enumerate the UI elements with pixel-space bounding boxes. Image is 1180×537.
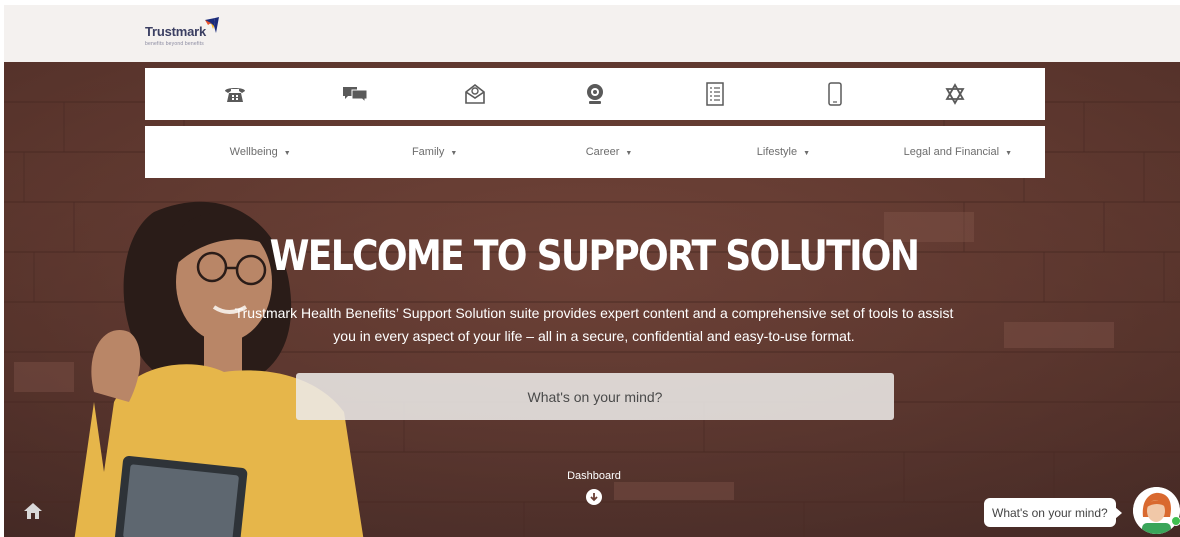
menu-item-lifestyle[interactable]: Lifestyle ▼: [696, 146, 870, 158]
caret-down-icon: ▼: [450, 150, 458, 157]
search-input[interactable]: What's on your mind?: [296, 373, 894, 420]
contact-icon-bar: [145, 68, 1045, 120]
caret-down-icon: ▼: [283, 150, 291, 157]
page-frame: Trustmark benefits beyond benefits Wellb…: [4, 5, 1180, 537]
caret-down-icon: ▼: [1005, 150, 1012, 157]
menu-label: Wellbeing: [229, 146, 278, 158]
caret-down-icon: ▼: [625, 150, 633, 157]
intro-text: Trustmark Health Benefits’ Support Solut…: [194, 302, 994, 348]
menu-item-career[interactable]: Career ▼: [522, 146, 696, 158]
chat-prompt-bubble[interactable]: What's on your mind?: [984, 498, 1122, 527]
online-status-dot: [1171, 516, 1180, 526]
phone-icon[interactable]: [205, 74, 265, 114]
trustmark-logo[interactable]: Trustmark benefits beyond benefits: [145, 17, 235, 51]
webcam-icon[interactable]: [565, 74, 625, 114]
checklist-icon[interactable]: [685, 74, 745, 114]
menu-item-family[interactable]: Family ▼: [347, 146, 521, 158]
mobile-icon[interactable]: [805, 74, 865, 114]
site-header: Trustmark benefits beyond benefits: [4, 5, 1180, 62]
chat-assistant-avatar[interactable]: [1133, 487, 1180, 534]
search-placeholder: What's on your mind?: [527, 388, 663, 405]
chat-prompt-text: What's on your mind?: [992, 505, 1108, 520]
logo-mark-icon: [205, 17, 219, 33]
menu-label: Family: [411, 146, 445, 158]
page-title: WELCOME TO SUPPORT SOLUTION: [269, 231, 920, 280]
logo-wordmark: Trustmark: [145, 24, 207, 39]
intro-line-1: Trustmark Health Benefits’ Support Solut…: [234, 305, 954, 321]
category-menu: Wellbeing ▼ Family ▼ Career ▼ Lifestyle ▼ Le…: [145, 126, 1045, 178]
star-icon[interactable]: [925, 74, 985, 114]
intro-line-2: you in every aspect of your life – all i…: [333, 328, 855, 344]
caret-down-icon: ▼: [803, 150, 811, 157]
hero-section: Wellbeing ▼ Family ▼ Career ▼ Lifestyle ▼ Le…: [4, 62, 1180, 537]
menu-label: Career: [585, 146, 620, 158]
menu-item-legal-financial[interactable]: Legal and Financial ▼: [871, 146, 1045, 158]
email-icon[interactable]: [445, 74, 505, 114]
woman-with-tablet-image: [74, 201, 364, 537]
home-icon[interactable]: [23, 502, 43, 520]
menu-label: Lifestyle: [756, 146, 798, 158]
menu-label: Legal and Financial: [903, 146, 1000, 158]
arrow-down-circle-icon[interactable]: [586, 489, 602, 505]
dashboard-link[interactable]: Dashboard: [544, 470, 644, 505]
chat-icon[interactable]: [325, 74, 385, 114]
dashboard-label: Dashboard: [567, 470, 621, 482]
logo-tagline: benefits beyond benefits: [145, 41, 205, 47]
menu-item-wellbeing[interactable]: Wellbeing ▼: [145, 146, 347, 158]
